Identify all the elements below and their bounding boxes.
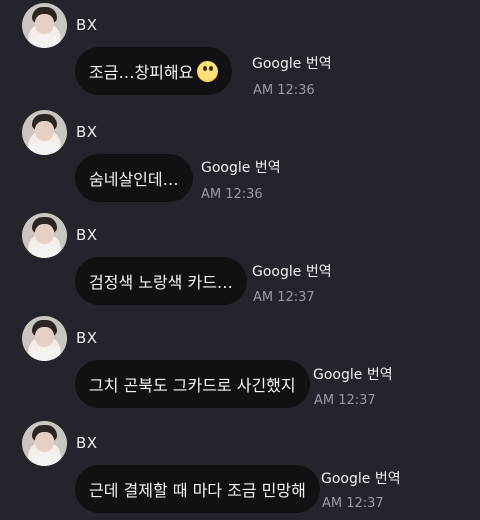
- message-time: AM 12:37: [253, 290, 315, 305]
- sender-name: BX: [76, 434, 98, 452]
- avatar[interactable]: [22, 316, 67, 361]
- message: BX 조금…창피해요 Google 번역 AM 12:36: [0, 0, 480, 104]
- message-text: 그치 곤북도 그카드로 사긴했지: [89, 376, 296, 395]
- message: BX 근데 결제할 때 마다 조금 민망해 Google 번역 AM 12:37: [0, 418, 480, 520]
- google-translate-link[interactable]: Google 번역: [321, 468, 401, 488]
- google-translate-link[interactable]: Google 번역: [252, 53, 332, 73]
- sender-name: BX: [76, 226, 98, 244]
- message-text: 검정색 노랑색 카드…: [89, 273, 233, 292]
- avatar[interactable]: [22, 213, 67, 258]
- message: BX 검정색 노랑색 카드… Google 번역 AM 12:37: [0, 210, 480, 314]
- avatar[interactable]: [22, 110, 67, 155]
- message: BX 숨네살인데… Google 번역 AM 12:36: [0, 107, 480, 211]
- message: BX 그치 곤북도 그카드로 사긴했지 Google 번역 AM 12:37: [0, 313, 480, 417]
- sender-name: BX: [76, 16, 98, 34]
- avatar[interactable]: [22, 421, 67, 466]
- message-bubble[interactable]: 숨네살인데…: [75, 154, 193, 202]
- google-translate-link[interactable]: Google 번역: [201, 157, 281, 177]
- message-time: AM 12:36: [201, 187, 263, 202]
- sender-name: BX: [76, 329, 98, 347]
- google-translate-link[interactable]: Google 번역: [252, 261, 332, 281]
- message-time: AM 12:37: [322, 496, 384, 511]
- message-bubble[interactable]: 조금…창피해요: [75, 47, 233, 95]
- message-text: 숨네살인데…: [89, 170, 179, 189]
- sender-name: BX: [76, 123, 98, 141]
- rolling-eyes-emoji-icon: [197, 60, 219, 82]
- google-translate-link[interactable]: Google 번역: [313, 364, 393, 384]
- message-text: 근데 결제할 때 마다 조금 민망해: [89, 481, 306, 500]
- message-bubble[interactable]: 근데 결제할 때 마다 조금 민망해: [75, 465, 320, 513]
- message-bubble[interactable]: 검정색 노랑색 카드…: [75, 257, 247, 305]
- message-time: AM 12:37: [314, 393, 376, 408]
- message-bubble[interactable]: 그치 곤북도 그카드로 사긴했지: [75, 360, 310, 408]
- avatar[interactable]: [22, 3, 67, 48]
- message-time: AM 12:36: [253, 83, 315, 98]
- message-text: 조금…창피해요: [89, 63, 194, 82]
